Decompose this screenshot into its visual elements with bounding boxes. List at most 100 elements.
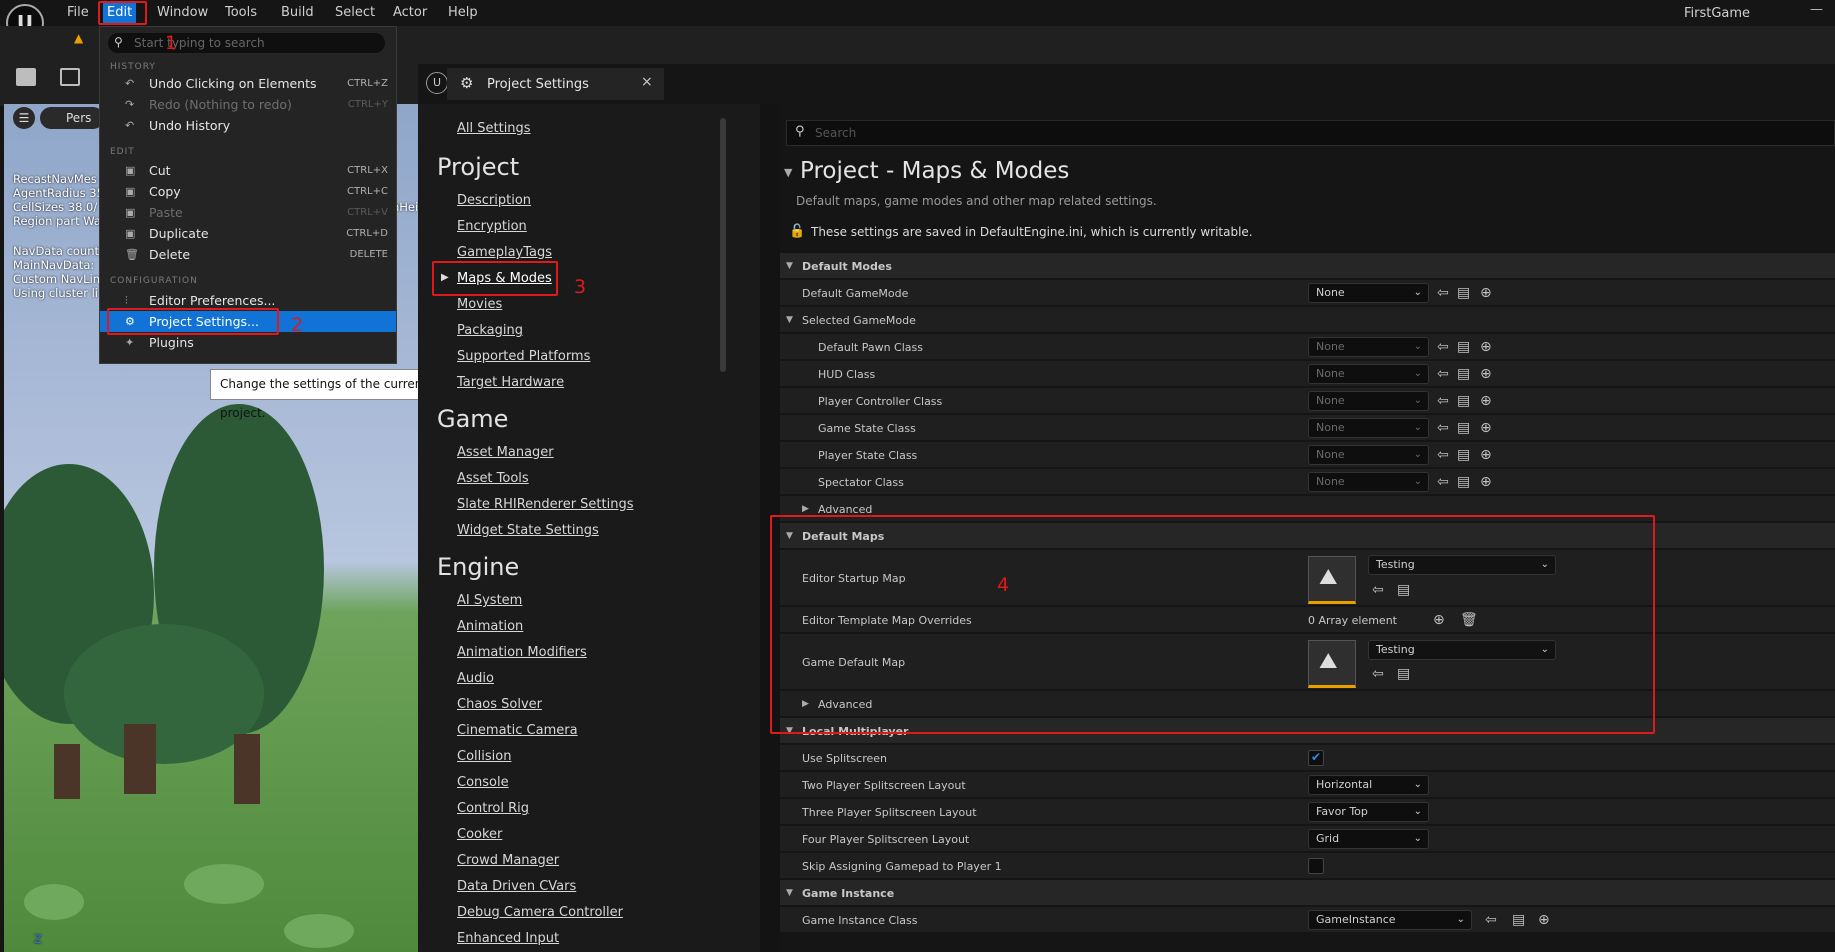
- use-selected-icon[interactable]: ⇦: [1437, 285, 1449, 301]
- player-controller-class-combo[interactable]: None ⌄: [1308, 391, 1429, 411]
- minimize-button[interactable]: —: [1810, 2, 1823, 17]
- nav-stat-line: Custom NavLin: [13, 272, 101, 286]
- player-state-class-combo[interactable]: None ⌄: [1308, 445, 1429, 465]
- browse-icon[interactable]: ▤: [1457, 366, 1470, 382]
- browse-icon[interactable]: ▤: [1457, 285, 1470, 301]
- game-instance-class-combo[interactable]: GameInstance ⌄: [1308, 910, 1472, 930]
- nav-item-description[interactable]: Description: [457, 193, 531, 208]
- menu-search-input[interactable]: ⚲ Start typing to search: [108, 33, 385, 53]
- browse-icon[interactable]: ▤: [1512, 912, 1525, 928]
- menu-item-undo-history[interactable]: ↶ Undo History: [100, 115, 396, 136]
- add-icon[interactable]: ⊕: [1480, 447, 1492, 463]
- collapse-arrow-icon[interactable]: ▼: [784, 166, 792, 179]
- browse-icon[interactable]: ▤: [1457, 393, 1470, 409]
- menu-item-paste[interactable]: ▣ Paste CTRL+V: [100, 202, 396, 223]
- default-pawn-class-combo[interactable]: None ⌄: [1308, 337, 1429, 357]
- add-icon[interactable]: ⊕: [1480, 339, 1492, 355]
- nav-item-packaging[interactable]: Packaging: [457, 323, 523, 338]
- use-selected-icon[interactable]: ⇦: [1437, 339, 1449, 355]
- use-splitscreen-checkbox[interactable]: ✔: [1308, 750, 1324, 766]
- game-state-class-combo[interactable]: None ⌄: [1308, 418, 1429, 438]
- add-icon[interactable]: ⊕: [1480, 474, 1492, 490]
- add-icon[interactable]: ⊕: [1480, 393, 1492, 409]
- use-selected-icon[interactable]: ⇦: [1437, 420, 1449, 436]
- bush: [284, 914, 354, 948]
- menu-window[interactable]: Window: [153, 2, 212, 24]
- four-player-layout-combo[interactable]: Grid ⌄: [1308, 829, 1429, 849]
- tab-close-button[interactable]: ×: [641, 74, 653, 90]
- browse-icon[interactable]: ▤: [1457, 474, 1470, 490]
- nav-item-widget-state[interactable]: Widget State Settings: [457, 523, 599, 538]
- nav-item-audio[interactable]: Audio: [457, 671, 494, 686]
- nav-item-animation-modifiers[interactable]: Animation Modifiers: [457, 645, 587, 660]
- hud-class-combo[interactable]: None ⌄: [1308, 364, 1429, 384]
- row-selected-gamemode[interactable]: ▼ Selected GameMode: [780, 307, 1835, 333]
- perspective-button[interactable]: Pers: [40, 107, 104, 129]
- category-game-instance[interactable]: ▼ Game Instance: [780, 880, 1835, 906]
- tab-project-settings[interactable]: ⚙ Project Settings ×: [447, 68, 664, 100]
- nav-scrollbar[interactable]: [720, 118, 726, 372]
- browse-icon[interactable]: ▤: [1457, 420, 1470, 436]
- nav-item-ai-system[interactable]: AI System: [457, 593, 522, 608]
- nav-item-supported-platforms[interactable]: Supported Platforms: [457, 349, 590, 364]
- nav-item-asset-manager[interactable]: Asset Manager: [457, 445, 554, 460]
- use-selected-icon[interactable]: ⇦: [1437, 366, 1449, 382]
- menu-item-redo[interactable]: ↷ Redo (Nothing to redo) CTRL+Y: [100, 94, 396, 115]
- nav-item-cinematic-camera[interactable]: Cinematic Camera: [457, 723, 578, 738]
- add-icon[interactable]: ⊕: [1480, 285, 1492, 301]
- nav-item-debug-camera[interactable]: Debug Camera Controller: [457, 905, 623, 920]
- nav-item-crowd-manager[interactable]: Crowd Manager: [457, 853, 559, 868]
- nav-item-movies[interactable]: Movies: [457, 297, 502, 312]
- nav-item-target-hardware[interactable]: Target Hardware: [457, 375, 564, 390]
- menu-item-cut[interactable]: ▣ Cut CTRL+X: [100, 160, 396, 181]
- bush: [184, 864, 264, 904]
- use-selected-icon[interactable]: ⇦: [1437, 393, 1449, 409]
- menu-item-duplicate[interactable]: ▣ Duplicate CTRL+D: [100, 223, 396, 244]
- chevron-down-icon: ⌄: [1413, 287, 1422, 298]
- browse-icon[interactable]: ▤: [1457, 339, 1470, 355]
- menu-file[interactable]: File: [63, 2, 93, 24]
- use-selected-icon[interactable]: ⇦: [1485, 912, 1497, 928]
- use-selected-icon[interactable]: ⇦: [1437, 447, 1449, 463]
- undo-icon: ↶: [125, 77, 135, 90]
- settings-search-input[interactable]: ⚲ Search: [786, 120, 1835, 146]
- nav-item-slate-rhirenderer[interactable]: Slate RHIRenderer Settings: [457, 497, 634, 512]
- three-player-layout-combo[interactable]: Favor Top ⌄: [1308, 802, 1429, 822]
- menu-tools[interactable]: Tools: [221, 2, 261, 24]
- menu-item-undo[interactable]: ↶ Undo Clicking on Elements CTRL+Z: [100, 73, 396, 94]
- expand-arrow-icon: ▶: [802, 504, 809, 514]
- spectator-class-combo[interactable]: None ⌄: [1308, 472, 1429, 492]
- nav-item-asset-tools[interactable]: Asset Tools: [457, 471, 529, 486]
- save-icon[interactable]: [16, 68, 36, 86]
- menu-help[interactable]: Help: [444, 2, 482, 24]
- nav-item-data-driven-cvars[interactable]: Data Driven CVars: [457, 879, 576, 894]
- checkmark-icon: ✔: [1311, 750, 1322, 764]
- nav-item-animation[interactable]: Animation: [457, 619, 523, 634]
- nav-all-settings[interactable]: All Settings: [457, 121, 531, 136]
- viewport-options-button[interactable]: ☰: [13, 107, 35, 129]
- nav-item-cooker[interactable]: Cooker: [457, 827, 502, 842]
- skip-gamepad-checkbox[interactable]: [1308, 858, 1324, 874]
- nav-item-control-rig[interactable]: Control Rig: [457, 801, 529, 816]
- add-icon[interactable]: ⊕: [1480, 366, 1492, 382]
- use-selected-icon[interactable]: ⇦: [1437, 474, 1449, 490]
- default-gamemode-combo[interactable]: None ⌄: [1308, 283, 1429, 303]
- category-default-modes[interactable]: ▼ Default Modes: [780, 253, 1835, 279]
- nav-item-gameplaytags[interactable]: GameplayTags: [457, 245, 552, 260]
- browse-icon[interactable]: ▤: [1457, 447, 1470, 463]
- nav-item-encryption[interactable]: Encryption: [457, 219, 527, 234]
- nav-item-chaos-solver[interactable]: Chaos Solver: [457, 697, 542, 712]
- two-player-layout-combo[interactable]: Horizontal ⌄: [1308, 775, 1429, 795]
- menu-item-plugins[interactable]: ✦ Plugins: [100, 332, 396, 353]
- add-icon[interactable]: ⊕: [1538, 912, 1550, 928]
- menu-build[interactable]: Build: [277, 2, 318, 24]
- menu-select[interactable]: Select: [331, 2, 379, 24]
- add-icon[interactable]: ⊕: [1480, 420, 1492, 436]
- nav-item-console[interactable]: Console: [457, 775, 509, 790]
- menu-actor[interactable]: Actor: [389, 2, 431, 24]
- browse-icon[interactable]: [60, 68, 80, 86]
- nav-item-enhanced-input[interactable]: Enhanced Input: [457, 931, 559, 946]
- nav-item-collision[interactable]: Collision: [457, 749, 511, 764]
- menu-item-delete[interactable]: 🗑 Delete DELETE: [100, 244, 396, 265]
- menu-item-copy[interactable]: ▣ Copy CTRL+C: [100, 181, 396, 202]
